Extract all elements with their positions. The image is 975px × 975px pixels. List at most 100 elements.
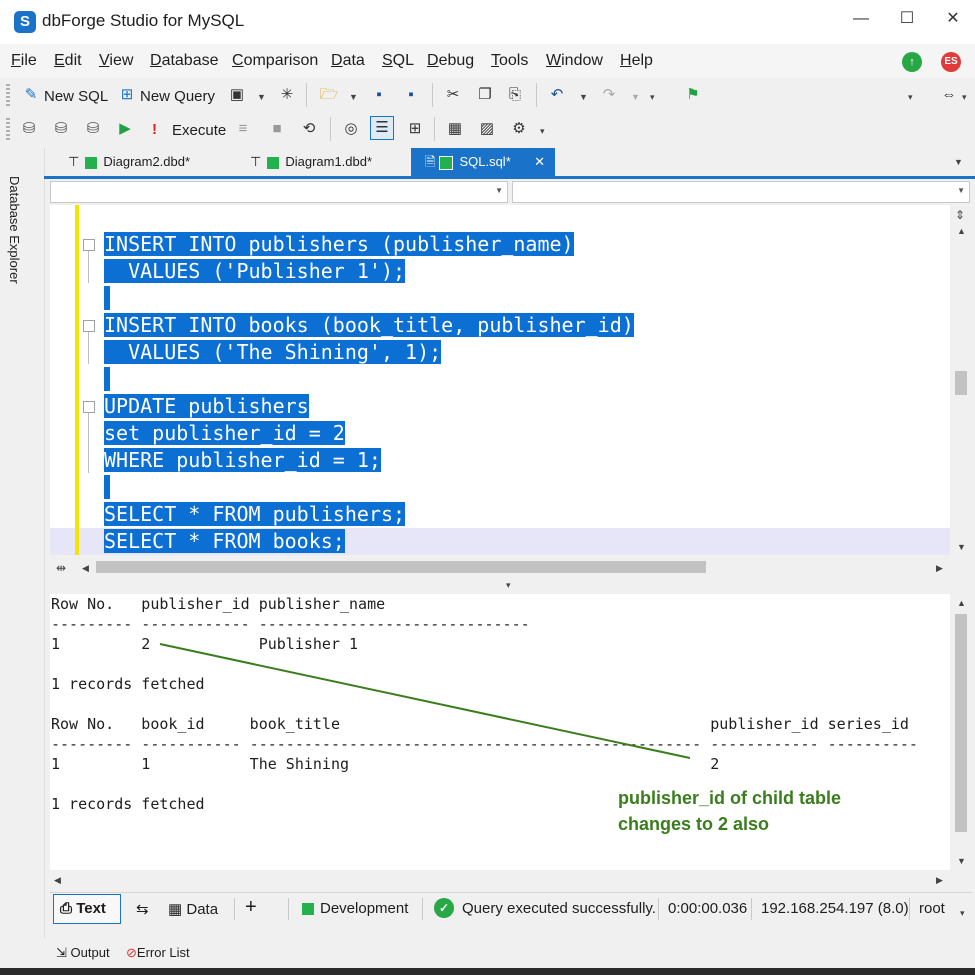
text-output-icon[interactable]: ☰	[370, 116, 394, 140]
format-icon[interactable]: ⚙	[508, 118, 530, 140]
maximize-button[interactable]: ☐	[884, 6, 930, 32]
layout-icon[interactable]: ⇔	[938, 84, 960, 106]
open-folder-icon[interactable]: 🗁	[318, 84, 340, 106]
scroll-down-icon[interactable]: ▼	[957, 856, 966, 866]
toolbar-overflow[interactable]: ▾	[540, 126, 545, 137]
run-icon[interactable]: ▶	[114, 118, 136, 140]
toolbar-grip[interactable]	[6, 84, 10, 106]
copy-icon[interactable]: ❐	[474, 84, 496, 106]
add-result-button[interactable]: +	[245, 896, 257, 919]
results-vertical-thumb[interactable]	[955, 614, 967, 832]
sql-file-icon: 🗎	[425, 154, 436, 169]
open-dropdown[interactable]: ▼	[349, 92, 358, 102]
execute-icon[interactable]: !	[152, 121, 157, 138]
grid-output-icon[interactable]: ⊞	[404, 118, 426, 140]
scroll-right-icon[interactable]: ▶	[936, 875, 943, 886]
environment-color-icon	[302, 903, 314, 916]
menu-data[interactable]: Data	[331, 52, 365, 70]
menu-comparison[interactable]: Comparison	[232, 52, 318, 70]
save-icon[interactable]: ▪	[368, 84, 390, 106]
editor-vertical-thumb[interactable]	[955, 371, 967, 395]
menu-view[interactable]: View	[99, 52, 133, 70]
tab-list-dropdown[interactable]: ▼	[954, 157, 963, 167]
menu-help[interactable]: Help	[620, 52, 653, 70]
new-sql-button[interactable]: New SQL	[44, 88, 108, 105]
split-editor-icon[interactable]: ⇕	[955, 208, 965, 222]
scroll-left-icon[interactable]: ◀	[54, 875, 61, 886]
error-list-tab[interactable]: ⊘Error List	[126, 945, 190, 961]
scroll-right-icon[interactable]: ▶	[936, 563, 943, 574]
menu-edit[interactable]: Edit	[54, 52, 82, 70]
database-connect-icon[interactable]: ⛁	[18, 118, 40, 140]
output-tab[interactable]: ⇲ Output	[56, 945, 110, 961]
new-query-button[interactable]: New Query	[140, 88, 215, 105]
update-icon[interactable]: ↑	[902, 52, 922, 72]
split-horizontal-icon[interactable]: ⇹	[56, 561, 66, 575]
undo-dropdown[interactable]: ▼	[579, 92, 588, 102]
status-overflow[interactable]: ▾	[960, 908, 965, 919]
swap-view-icon[interactable]: ⇆	[136, 900, 149, 918]
editor-horizontal-thumb[interactable]	[96, 561, 706, 573]
menu-sql[interactable]: SQL	[382, 52, 414, 70]
execute-button[interactable]: Execute	[172, 122, 226, 139]
fold-toggle-icon[interactable]	[83, 401, 95, 413]
status-separator	[658, 898, 659, 920]
collapse-results-icon[interactable]: ▾	[506, 580, 511, 591]
cut-icon[interactable]: ✂	[442, 84, 464, 106]
tab-diagram1[interactable]: ⊤ Diagram1.dbd*	[246, 148, 410, 176]
tab-sql[interactable]: 🗎 SQL.sql* ✕	[411, 148, 555, 176]
toolbar-overflow[interactable]: ▾	[650, 92, 655, 103]
layout-grid-icon[interactable]: ▦	[444, 118, 466, 140]
database-explorer-tab[interactable]: Database Explorer	[6, 152, 32, 284]
code-line: INSERT INTO publishers (publisher_name)	[104, 232, 574, 256]
code-line: INSERT INTO books (book_title, publisher…	[104, 313, 634, 337]
code-line: SELECT * FROM books;	[104, 529, 345, 553]
history-icon[interactable]: ⟲	[298, 118, 320, 140]
editor-results-splitter[interactable]	[50, 578, 972, 592]
scroll-down-icon[interactable]: ▼	[957, 542, 966, 552]
text-view-label[interactable]: ⎙ Text	[60, 900, 106, 917]
tab-diagram2[interactable]: ⊤ Diagram2.dbd*	[64, 148, 218, 176]
close-button[interactable]: ✕	[930, 6, 975, 32]
pin-icon[interactable]: ⚑	[682, 84, 704, 106]
scroll-left-icon[interactable]: ◀	[82, 563, 89, 574]
data-view-tab[interactable]: ▦ Data	[168, 900, 218, 918]
status-separator	[422, 898, 423, 920]
menu-file[interactable]: File	[11, 52, 37, 70]
database-check-icon[interactable]: ⛁	[82, 118, 104, 140]
menu-debug[interactable]: Debug	[427, 52, 474, 70]
toolbar-grip[interactable]	[6, 118, 10, 140]
connection-combo[interactable]: ▼	[50, 181, 508, 203]
stop-icon[interactable]: ■	[266, 118, 288, 140]
new-document-dropdown[interactable]: ▼	[257, 92, 266, 102]
scroll-up-icon[interactable]: ▲	[957, 598, 966, 608]
image-icon[interactable]: ▨	[476, 118, 498, 140]
new-document-icon[interactable]: ▣	[226, 84, 248, 106]
undo-icon[interactable]: ↶	[546, 84, 568, 106]
fold-toggle-icon[interactable]	[83, 239, 95, 251]
new-file-icon[interactable]: ✳	[276, 84, 298, 106]
toolbar-overflow[interactable]: ▾	[962, 92, 967, 103]
user-avatar[interactable]: ES	[941, 52, 961, 72]
menu-tools[interactable]: Tools	[491, 52, 528, 70]
database-combo[interactable]: ▼	[512, 181, 970, 203]
new-query-icon[interactable]: ⊞	[116, 84, 138, 106]
execute-current-icon[interactable]: ≡	[232, 118, 254, 140]
minimize-button[interactable]: —	[838, 6, 884, 32]
menu-database[interactable]: Database	[150, 52, 219, 70]
database-refresh-icon[interactable]: ⛁	[50, 118, 72, 140]
environment-status: Development	[302, 900, 408, 917]
menu-window[interactable]: Window	[546, 52, 603, 70]
new-sql-icon[interactable]: ✎	[20, 84, 42, 106]
toolbar-overflow[interactable]: ▾	[908, 92, 913, 103]
save-all-icon[interactable]: ▪	[400, 84, 422, 106]
close-tab-icon[interactable]: ✕	[534, 148, 545, 176]
explain-icon[interactable]: ◎	[340, 118, 362, 140]
fold-toggle-icon[interactable]	[83, 320, 95, 332]
results-horizontal-scrollbar[interactable]	[50, 870, 950, 890]
paste-icon[interactable]: ⎘	[504, 84, 526, 106]
code-line: UPDATE publishers	[104, 394, 309, 418]
redo-dropdown[interactable]: ▼	[631, 92, 640, 102]
redo-icon[interactable]: ↷	[598, 84, 620, 106]
scroll-up-icon[interactable]: ▲	[957, 226, 966, 236]
